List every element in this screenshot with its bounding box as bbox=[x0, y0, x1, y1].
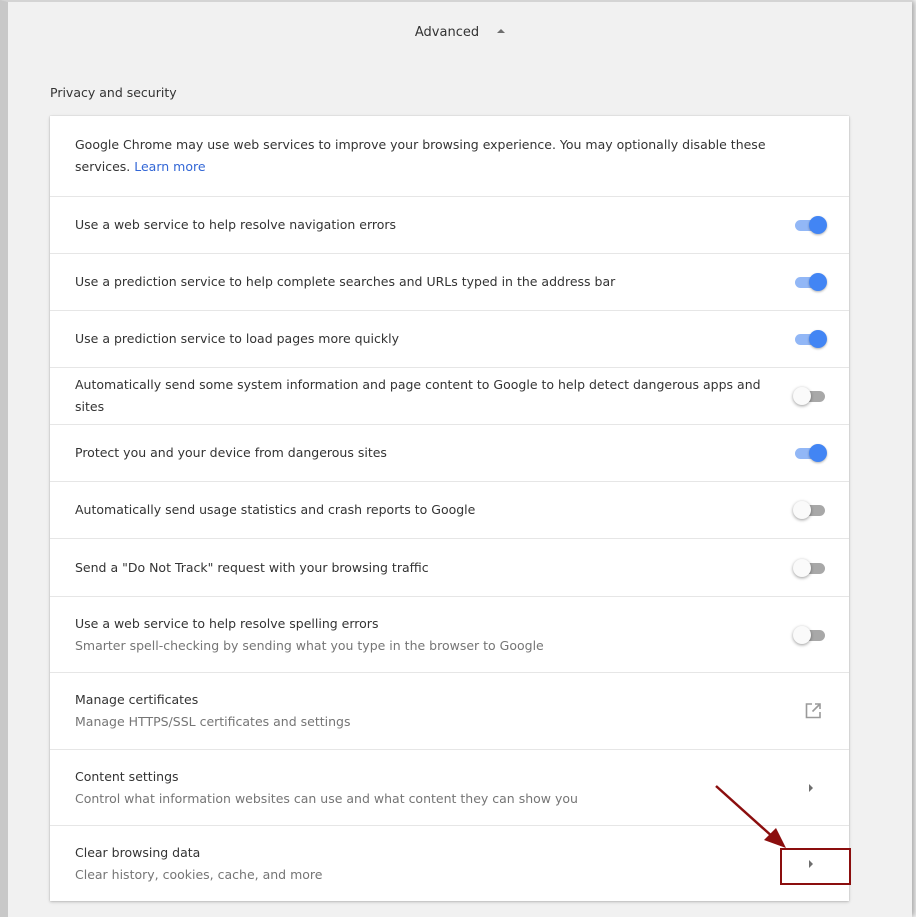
search-prediction-toggle[interactable] bbox=[793, 272, 827, 292]
setting-row-do-not-track[interactable]: Send a "Do Not Track" request with your … bbox=[50, 538, 849, 596]
caret-up-icon bbox=[497, 29, 506, 33]
usage-statistics-toggle[interactable] bbox=[793, 500, 827, 520]
setting-row-safe-browsing-reporting[interactable]: Automatically send some system informati… bbox=[50, 367, 849, 424]
setting-sublabel: Clear history, cookies, cache, and more bbox=[75, 866, 323, 882]
settings-page: Advanced Privacy and security Google Chr… bbox=[0, 0, 912, 917]
open-in-new-icon[interactable] bbox=[803, 701, 823, 721]
learn-more-link[interactable]: Learn more bbox=[134, 159, 205, 174]
setting-label: Content settings bbox=[75, 768, 179, 784]
advanced-toggle[interactable]: Advanced bbox=[8, 25, 912, 40]
setting-label: Send a "Do Not Track" request with your … bbox=[75, 559, 429, 575]
setting-sublabel: Manage HTTPS/SSL certificates and settin… bbox=[75, 714, 351, 729]
spelling-toggle[interactable] bbox=[793, 625, 827, 645]
setting-row-page-prediction[interactable]: Use a prediction service to load pages m… bbox=[50, 310, 849, 367]
safe-browsing-reporting-toggle[interactable] bbox=[793, 386, 827, 406]
do-not-track-toggle[interactable] bbox=[793, 558, 827, 578]
navigation-errors-toggle[interactable] bbox=[793, 215, 827, 235]
annotation-highlight-box bbox=[780, 848, 851, 885]
setting-label: Use a prediction service to load pages m… bbox=[75, 331, 399, 346]
intro-row: Google Chrome may use web services to im… bbox=[50, 116, 849, 196]
setting-row-search-prediction[interactable]: Use a prediction service to help complet… bbox=[50, 253, 849, 310]
annotation-arrow-icon bbox=[715, 785, 786, 848]
setting-row-navigation-errors[interactable]: Use a web service to help resolve naviga… bbox=[50, 196, 849, 253]
chevron-right-icon[interactable] bbox=[809, 783, 813, 792]
setting-label: Use a web service to help resolve spelli… bbox=[75, 615, 379, 631]
setting-row-usage-statistics[interactable]: Automatically send usage statistics and … bbox=[50, 481, 849, 538]
setting-row-spelling[interactable]: Use a web service to help resolve spelli… bbox=[50, 596, 849, 672]
setting-label: Protect you and your device from dangero… bbox=[75, 445, 387, 460]
setting-row-safe-browsing[interactable]: Protect you and your device from dangero… bbox=[50, 424, 849, 481]
setting-label: Use a prediction service to help complet… bbox=[75, 274, 616, 289]
setting-label: Manage certificates bbox=[75, 692, 199, 707]
page-prediction-toggle[interactable] bbox=[793, 329, 827, 349]
setting-label: Automatically send some system informati… bbox=[75, 377, 761, 414]
setting-sublabel: Smarter spell-checking by sending what y… bbox=[75, 637, 544, 653]
intro-text: Google Chrome may use web services to im… bbox=[75, 137, 766, 174]
setting-label: Clear browsing data bbox=[75, 844, 201, 860]
safe-browsing-toggle[interactable] bbox=[793, 443, 827, 463]
manage-certificates-row[interactable]: Manage certificates Manage HTTPS/SSL cer… bbox=[50, 672, 849, 749]
advanced-label: Advanced bbox=[414, 25, 480, 40]
setting-label: Use a web service to help resolve naviga… bbox=[75, 217, 397, 232]
section-title: Privacy and security bbox=[50, 85, 177, 100]
setting-label: Automatically send usage statistics and … bbox=[75, 502, 476, 517]
setting-sublabel: Control what information websites can us… bbox=[75, 790, 578, 806]
